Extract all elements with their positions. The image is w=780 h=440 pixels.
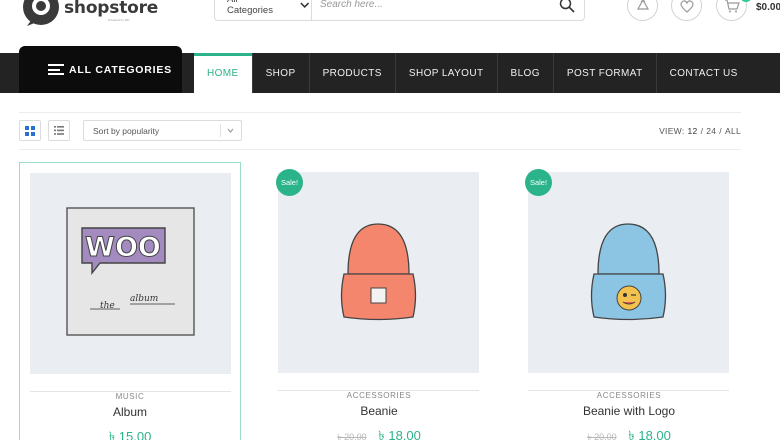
cart-button[interactable] — [716, 0, 747, 21]
view-option-12[interactable]: 12 — [688, 126, 698, 136]
old-price: ৳ 20.00 — [587, 432, 617, 440]
grid-view-button[interactable] — [19, 120, 41, 141]
view-separator: / — [719, 126, 722, 136]
recycle-icon — [636, 0, 649, 10]
chevron-down-icon — [227, 128, 234, 133]
search-button[interactable] — [550, 0, 584, 20]
product-title[interactable]: Beanie — [268, 404, 490, 418]
product-image-beanie[interactable] — [278, 172, 479, 373]
menu-item-post-format[interactable]: POST FORMAT — [552, 53, 656, 93]
menu-item-home[interactable]: HOME — [194, 53, 252, 93]
product-price: ৳ 15.00 — [20, 428, 240, 440]
cart-total[interactable]: $0.00 — [756, 2, 780, 13]
view-label: VIEW: — [659, 126, 685, 136]
view-option-24[interactable]: 24 — [706, 126, 716, 136]
menu-item-blog[interactable]: BLOG — [496, 53, 553, 93]
main-menu: HOME SHOP PRODUCTS SHOP LAYOUT BLOG POST… — [194, 53, 751, 93]
svg-text:album: album — [130, 294, 158, 304]
list-view-button[interactable] — [48, 120, 70, 141]
product-category[interactable]: MUSIC — [20, 386, 240, 404]
heart-icon — [679, 0, 694, 13]
list-view-icon — [54, 126, 64, 135]
products-per-page: VIEW: 12 / 24 / ALL — [659, 126, 741, 136]
view-option-all[interactable]: ALL — [725, 126, 741, 136]
product-category[interactable]: ACCESSORIES — [268, 385, 490, 403]
menu-item-contact-us[interactable]: CONTACT US — [655, 53, 751, 93]
product-card[interactable]: ACCESSORIES Beanie with Logo ৳ 20.00 ৳ 1… — [518, 162, 740, 440]
sort-select[interactable]: Sort by popularity — [83, 120, 242, 141]
toolbar-top-divider — [19, 112, 741, 113]
svg-text:WOO: WOO — [85, 232, 161, 263]
sale-badge: Sale! — [276, 169, 303, 196]
logo-mark-icon — [23, 0, 59, 26]
search-category-label: All Categories — [227, 0, 273, 16]
old-price: ৳ 20.00 — [337, 432, 367, 440]
current-price: ৳ 18.00 — [378, 428, 421, 440]
wishlist-button[interactable] — [671, 0, 702, 21]
product-image-album[interactable]: WOO the album — [30, 173, 231, 374]
chevron-down-icon — [299, 2, 309, 8]
grid-view-icon — [25, 125, 35, 136]
menu-item-shop[interactable]: SHOP — [251, 53, 309, 93]
menu-item-shop-layout[interactable]: SHOP LAYOUT — [394, 53, 497, 93]
search-input[interactable] — [312, 0, 550, 20]
product-image-beanie-with-logo[interactable] — [528, 172, 729, 373]
search-bar: All Categories — [214, 0, 585, 21]
sale-badge: Sale! — [525, 169, 552, 196]
toolbar-bottom-divider — [19, 149, 741, 150]
hamburger-icon — [48, 64, 64, 75]
svg-text:the: the — [100, 301, 115, 311]
product-card[interactable]: WOO the album MUSIC Album ৳ 15.00 — [19, 162, 241, 440]
compare-button[interactable] — [627, 0, 658, 21]
cart-icon — [724, 0, 740, 12]
all-categories-button[interactable]: ALL CATEGORIES — [19, 46, 182, 93]
product-price: ৳ 20.00 ৳ 18.00 — [518, 427, 740, 440]
sort-select-value: Sort by popularity — [93, 125, 160, 136]
brand-tagline: Powered by WP — [108, 18, 130, 22]
beanie-blue-logo-icon — [590, 223, 667, 321]
current-price: ৳ 18.00 — [628, 428, 671, 440]
product-price: ৳ 20.00 ৳ 18.00 — [268, 427, 490, 440]
view-separator: / — [700, 126, 704, 136]
menu-item-products[interactable]: PRODUCTS — [308, 53, 395, 93]
product-card[interactable]: ACCESSORIES Beanie ৳ 20.00 ৳ 18.00 — [268, 162, 490, 440]
site-logo[interactable]: shopstore — [20, 0, 158, 28]
search-icon — [559, 0, 575, 13]
current-price: ৳ 15.00 — [108, 429, 152, 440]
beanie-orange-icon — [340, 223, 417, 321]
product-category[interactable]: ACCESSORIES — [518, 385, 740, 403]
search-category-select[interactable]: All Categories — [215, 0, 312, 20]
woo-album-icon: WOO the album — [66, 207, 195, 336]
product-title[interactable]: Album — [20, 405, 240, 419]
brand-name: shopstore — [64, 0, 159, 18]
product-title[interactable]: Beanie with Logo — [518, 404, 740, 418]
all-categories-label: ALL CATEGORIES — [69, 63, 172, 76]
